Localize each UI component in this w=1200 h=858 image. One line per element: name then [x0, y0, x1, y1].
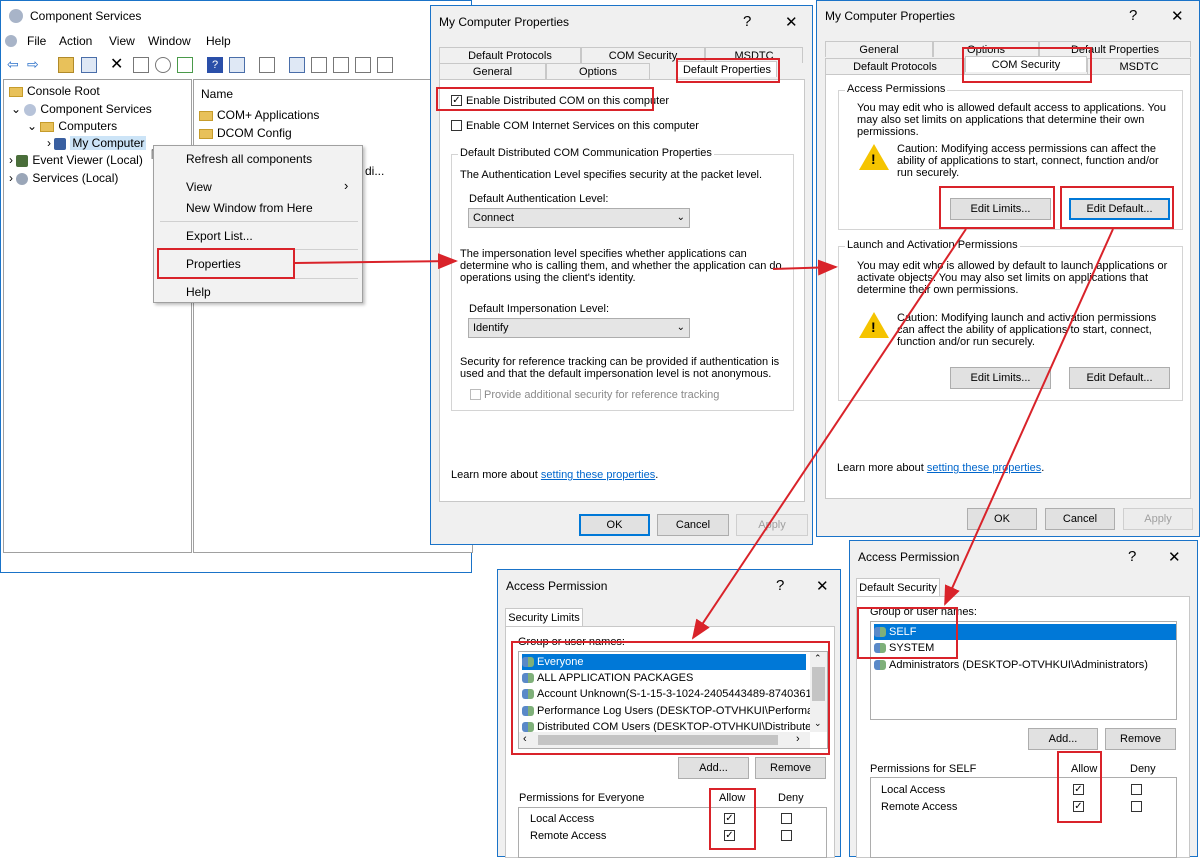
- arrow-properties-to-dialog: [294, 253, 458, 270]
- arrow-edit-default-to-default-dialog: [944, 228, 1114, 606]
- annotation-arrows: [294, 228, 1114, 640]
- arrow-edit-limits-to-limits-dialog: [691, 228, 967, 640]
- arrow-dialog-to-com-security: [772, 259, 838, 276]
